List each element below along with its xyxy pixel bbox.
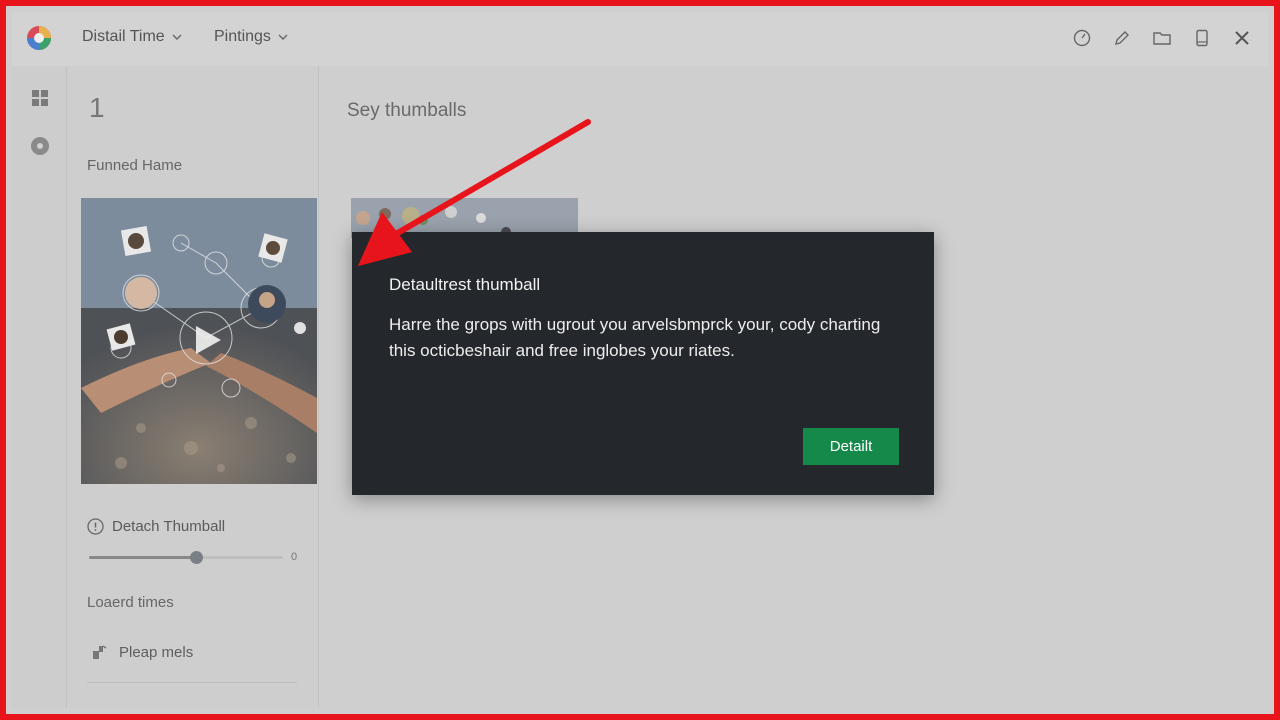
grid-icon[interactable] — [30, 88, 50, 108]
slider-fill — [89, 556, 196, 559]
thumbnail-slider[interactable]: 0 — [89, 549, 298, 565]
menu-pintings[interactable]: Pintings — [214, 28, 289, 46]
menu-distail-time[interactable]: Distail Time — [82, 28, 183, 46]
left-panel: 1 Funned Hame Detach Thumball 0 Loaerd t… — [67, 66, 319, 708]
slider-knob[interactable] — [190, 551, 203, 564]
pleap-label: Pleap mels — [119, 643, 194, 661]
detail-button[interactable]: Detailt — [803, 428, 899, 465]
detach-label: Detach Thumball — [112, 518, 226, 535]
app-logo-icon[interactable] — [26, 25, 52, 51]
top-bar: Distail Time Pintings — [12, 12, 1268, 66]
record-icon[interactable] — [30, 136, 50, 156]
panel-subtitle: Funned Hame — [87, 157, 183, 174]
menu-label: Pintings — [214, 28, 271, 45]
loaded-times-label: Loaerd times — [87, 594, 174, 611]
folder-icon[interactable] — [1150, 26, 1174, 50]
menu-label: Distail Time — [82, 28, 165, 45]
detach-thumbnail-option[interactable]: Detach Thumball — [87, 518, 225, 535]
top-icon-group — [1070, 26, 1254, 50]
audio-icon — [93, 645, 107, 659]
pleap-mels-item[interactable]: Pleap mels — [91, 643, 193, 661]
dialog-body: Harre the grops with ugrout you arvelsbm… — [389, 315, 881, 360]
slider-end-label: 0 — [291, 551, 298, 563]
divider — [87, 682, 297, 683]
edit-icon[interactable] — [1110, 26, 1134, 50]
dialog-title: Detaultrest thumball — [389, 275, 541, 294]
thumbnail-dialog: Detaultrest thumball Harre the grops wit… — [352, 232, 934, 495]
left-rail — [12, 66, 67, 708]
dashboard-icon[interactable] — [1070, 26, 1094, 50]
item-count: 1 — [89, 92, 105, 123]
chevron-down-icon — [278, 34, 288, 40]
phone-icon[interactable] — [1190, 26, 1214, 50]
info-icon — [87, 518, 104, 535]
thumbnail-image — [81, 198, 317, 484]
main-title: Sey thumballs — [347, 100, 467, 121]
chevron-down-icon — [172, 34, 182, 40]
close-icon[interactable] — [1230, 26, 1254, 50]
video-thumbnail[interactable] — [81, 198, 317, 484]
screenshot-frame: Distail Time Pintings 1 Funned Hame Deta… — [0, 0, 1280, 720]
